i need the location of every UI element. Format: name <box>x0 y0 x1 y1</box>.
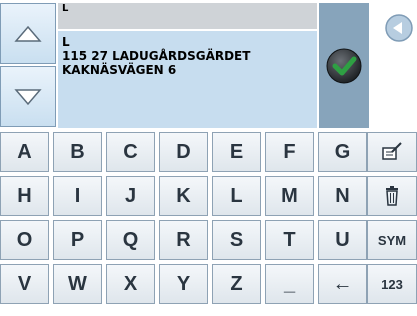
key-g[interactable]: G <box>318 132 367 172</box>
key-u[interactable]: U <box>318 220 367 260</box>
key-c[interactable]: C <box>106 132 155 172</box>
checkmark-icon <box>326 48 362 84</box>
back-button[interactable] <box>384 12 414 44</box>
key-v[interactable]: V <box>0 264 49 304</box>
result-line: KAKNÄSVÄGEN 6 <box>62 63 177 77</box>
key-e[interactable]: E <box>212 132 261 172</box>
key-f[interactable]: F <box>265 132 314 172</box>
key-j[interactable]: J <box>106 176 155 216</box>
key-b[interactable]: B <box>53 132 102 172</box>
key-m[interactable]: M <box>265 176 314 216</box>
key-d[interactable]: D <box>159 132 208 172</box>
key-o[interactable]: O <box>0 220 49 260</box>
key-w[interactable]: W <box>53 264 102 304</box>
triangle-up-icon <box>14 25 42 42</box>
arrow-left-circle-icon <box>385 14 413 42</box>
search-input[interactable]: L <box>58 3 317 29</box>
destination-input-panel: L L 115 27 LADUGÅRDSGÄRDET KAKNÄSVÄGEN 6 <box>0 0 417 128</box>
result-line: L <box>62 35 70 49</box>
key-underscore[interactable]: _ <box>265 264 314 304</box>
key-t[interactable]: T <box>265 220 314 260</box>
delete-button[interactable] <box>367 176 417 216</box>
trash-icon <box>386 186 398 206</box>
result-line: 115 27 LADUGÅRDSGÄRDET <box>62 49 251 63</box>
key-s[interactable]: S <box>212 220 261 260</box>
edit-note-icon <box>382 142 402 160</box>
key-n[interactable]: N <box>318 176 367 216</box>
result-list[interactable]: L 115 27 LADUGÅRDSGÄRDET KAKNÄSVÄGEN 6 <box>58 31 317 128</box>
key-r[interactable]: R <box>159 220 208 260</box>
key-h[interactable]: H <box>0 176 49 216</box>
numbers-button[interactable]: 123 <box>367 264 417 304</box>
search-input-text: L <box>62 3 69 14</box>
key-l[interactable]: L <box>212 176 261 216</box>
key-p[interactable]: P <box>53 220 102 260</box>
edit-button[interactable] <box>367 132 417 172</box>
scroll-down-button[interactable] <box>0 66 56 127</box>
scroll-up-button[interactable] <box>0 3 56 64</box>
key-z[interactable]: Z <box>212 264 261 304</box>
key-a[interactable]: A <box>0 132 49 172</box>
confirm-button[interactable] <box>324 46 364 86</box>
backspace-key[interactable]: ← <box>318 264 367 304</box>
key-x[interactable]: X <box>106 264 155 304</box>
symbols-button[interactable]: SYM <box>367 220 417 260</box>
key-y[interactable]: Y <box>159 264 208 304</box>
key-k[interactable]: K <box>159 176 208 216</box>
triangle-down-icon <box>14 88 42 105</box>
key-i[interactable]: I <box>53 176 102 216</box>
key-q[interactable]: Q <box>106 220 155 260</box>
